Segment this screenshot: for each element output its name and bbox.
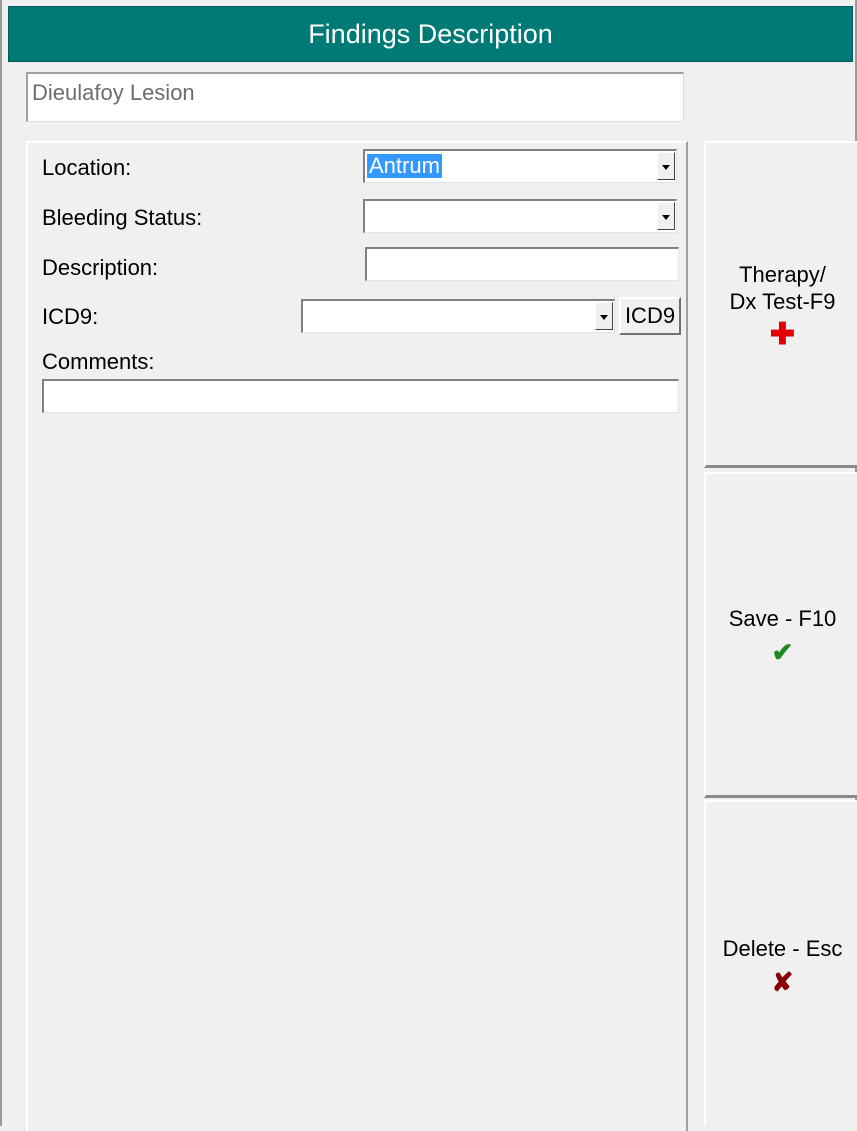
bleeding-status-label: Bleeding Status:: [42, 205, 203, 230]
therapy-label-line1: Therapy/: [739, 262, 826, 287]
green-check-icon: ✔: [771, 637, 794, 667]
window-title-bar: Findings Description: [8, 6, 853, 62]
description-input[interactable]: [365, 247, 679, 281]
therapy-dx-test-button[interactable]: Therapy/ Dx Test-F9 ✚: [704, 141, 857, 468]
save-button[interactable]: Save - F10 ✔: [704, 472, 857, 798]
delete-button[interactable]: Delete - Esc ✘: [704, 800, 857, 1126]
delete-button-label: Delete - Esc: [722, 935, 843, 961]
save-button-label: Save - F10: [728, 606, 837, 631]
chevron-down-icon[interactable]: [657, 202, 675, 230]
icd9-lookup-button[interactable]: ICD9: [619, 297, 681, 335]
window-title: Findings Description: [308, 18, 553, 49]
form-panel: Location: Antrum Bleeding Status: Descri…: [26, 141, 688, 1131]
therapy-label-line2: Dx Test-F9: [729, 289, 836, 314]
icd9-dropdown[interactable]: [301, 299, 615, 333]
location-dropdown[interactable]: Antrum: [363, 149, 677, 183]
location-value: Antrum: [367, 153, 442, 178]
finding-name-field: Dieulafoy Lesion: [26, 72, 684, 122]
chevron-down-icon[interactable]: [657, 152, 675, 180]
chevron-down-icon[interactable]: [595, 302, 613, 330]
location-label: Location:: [42, 155, 132, 180]
icd9-label: ICD9:: [42, 304, 99, 329]
red-cross-icon: ✚: [769, 318, 796, 351]
comments-label: Comments:: [42, 349, 155, 374]
comments-input[interactable]: [42, 379, 679, 413]
description-label: Description:: [42, 255, 159, 280]
bleeding-status-dropdown[interactable]: [363, 199, 677, 233]
red-x-icon: ✘: [771, 966, 794, 997]
findings-window: Findings Description Dieulafoy Lesion Lo…: [0, 0, 857, 1131]
